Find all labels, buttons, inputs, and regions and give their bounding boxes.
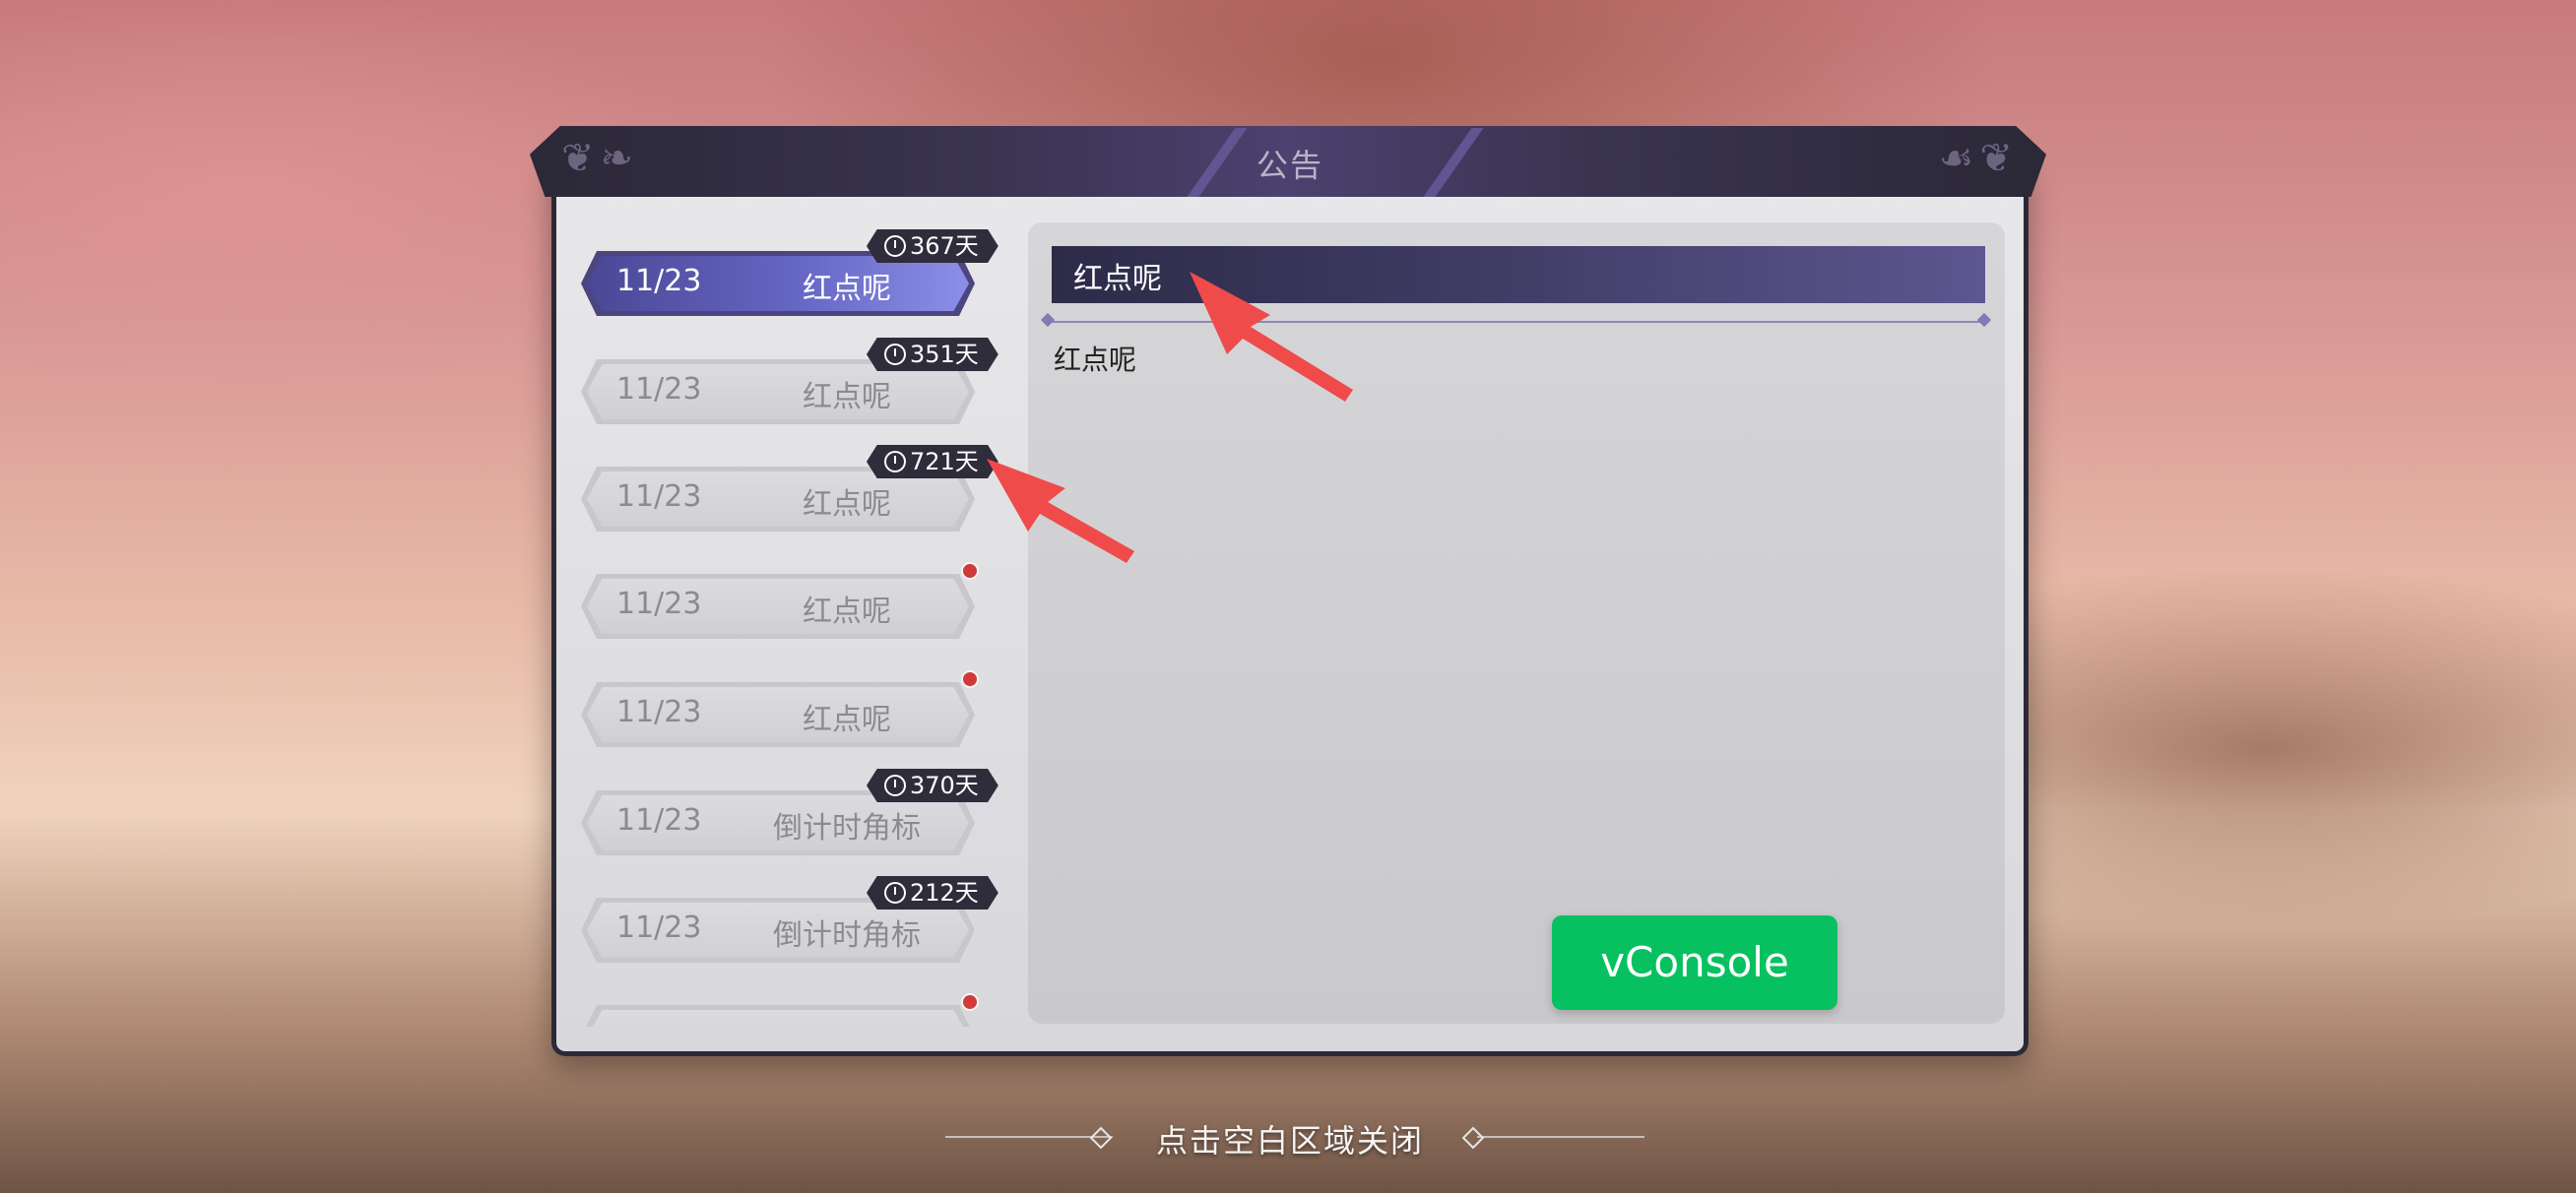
- item-title: 红点呢: [803, 595, 891, 629]
- timer-icon: [884, 775, 906, 796]
- item-date: 11/23: [616, 587, 702, 621]
- announcement-content: [1028, 222, 2005, 1024]
- dialog-title: 公告: [1256, 147, 1323, 184]
- countdown-badge: 370天: [867, 769, 998, 802]
- announcement-item[interactable]: 11/23 红点呢 721天: [581, 445, 998, 532]
- timer-icon: [884, 451, 906, 472]
- announcement-item[interactable]: 11/23 倒计时角标 370天: [581, 769, 998, 855]
- hint-divider: [1477, 1136, 1644, 1138]
- item-title: 红点呢: [803, 272, 891, 306]
- red-dot-badge: [961, 993, 979, 1011]
- close-hint: 点击空白区域关闭: [1155, 1122, 1424, 1160]
- item-title: 红点呢: [803, 487, 891, 522]
- announcement-item[interactable]: 11/23 红点呢 367天: [581, 229, 998, 316]
- item-title: 红点呢: [803, 380, 891, 414]
- red-dot-badge: [961, 670, 979, 688]
- announcement-item[interactable]: 11/23 红点呢 351天: [581, 338, 998, 424]
- item-date: 11/23: [616, 803, 702, 838]
- content-title: 红点呢: [1073, 262, 1162, 296]
- announcement-list[interactable]: 11/23 红点呢 367天 11/23 红点呢 351天 11/23 红点呢 …: [571, 221, 1004, 1027]
- countdown-badge: 351天: [867, 338, 998, 371]
- item-title: 倒计时角标: [773, 811, 921, 846]
- countdown-badge: 721天: [867, 445, 998, 478]
- content-header: 红点呢: [1052, 246, 1985, 303]
- announcement-item[interactable]: 11/23 红点呢: [581, 670, 979, 747]
- item-date: 11/23: [616, 372, 702, 407]
- item-title: 倒计时角标: [773, 918, 921, 953]
- item-date: 11/23: [616, 479, 702, 514]
- countdown-badge: 212天: [867, 876, 998, 910]
- item-date: 11/23: [616, 695, 702, 729]
- timer-icon: [884, 344, 906, 365]
- announcement-item[interactable]: 11/23 倒计时角标 212天: [581, 876, 998, 963]
- item-date: 11/23: [616, 264, 702, 298]
- item-title: 红点呢: [803, 703, 891, 737]
- vconsole-button[interactable]: vConsole: [1552, 915, 1837, 1010]
- timer-icon: [884, 235, 906, 257]
- countdown-badge: 367天: [867, 229, 998, 263]
- announcement-item[interactable]: 11/23 红点呢: [581, 562, 979, 639]
- announcement-item[interactable]: [581, 993, 979, 1027]
- timer-icon: [884, 882, 906, 904]
- ornament-left-icon: ❦❧: [561, 136, 640, 181]
- content-divider: [1048, 321, 1989, 323]
- item-date: 11/23: [616, 910, 702, 945]
- content-body: 红点呢: [1054, 344, 1137, 376]
- red-dot-badge: [961, 562, 979, 580]
- ornament-right-icon: ☙❦: [1938, 136, 2019, 181]
